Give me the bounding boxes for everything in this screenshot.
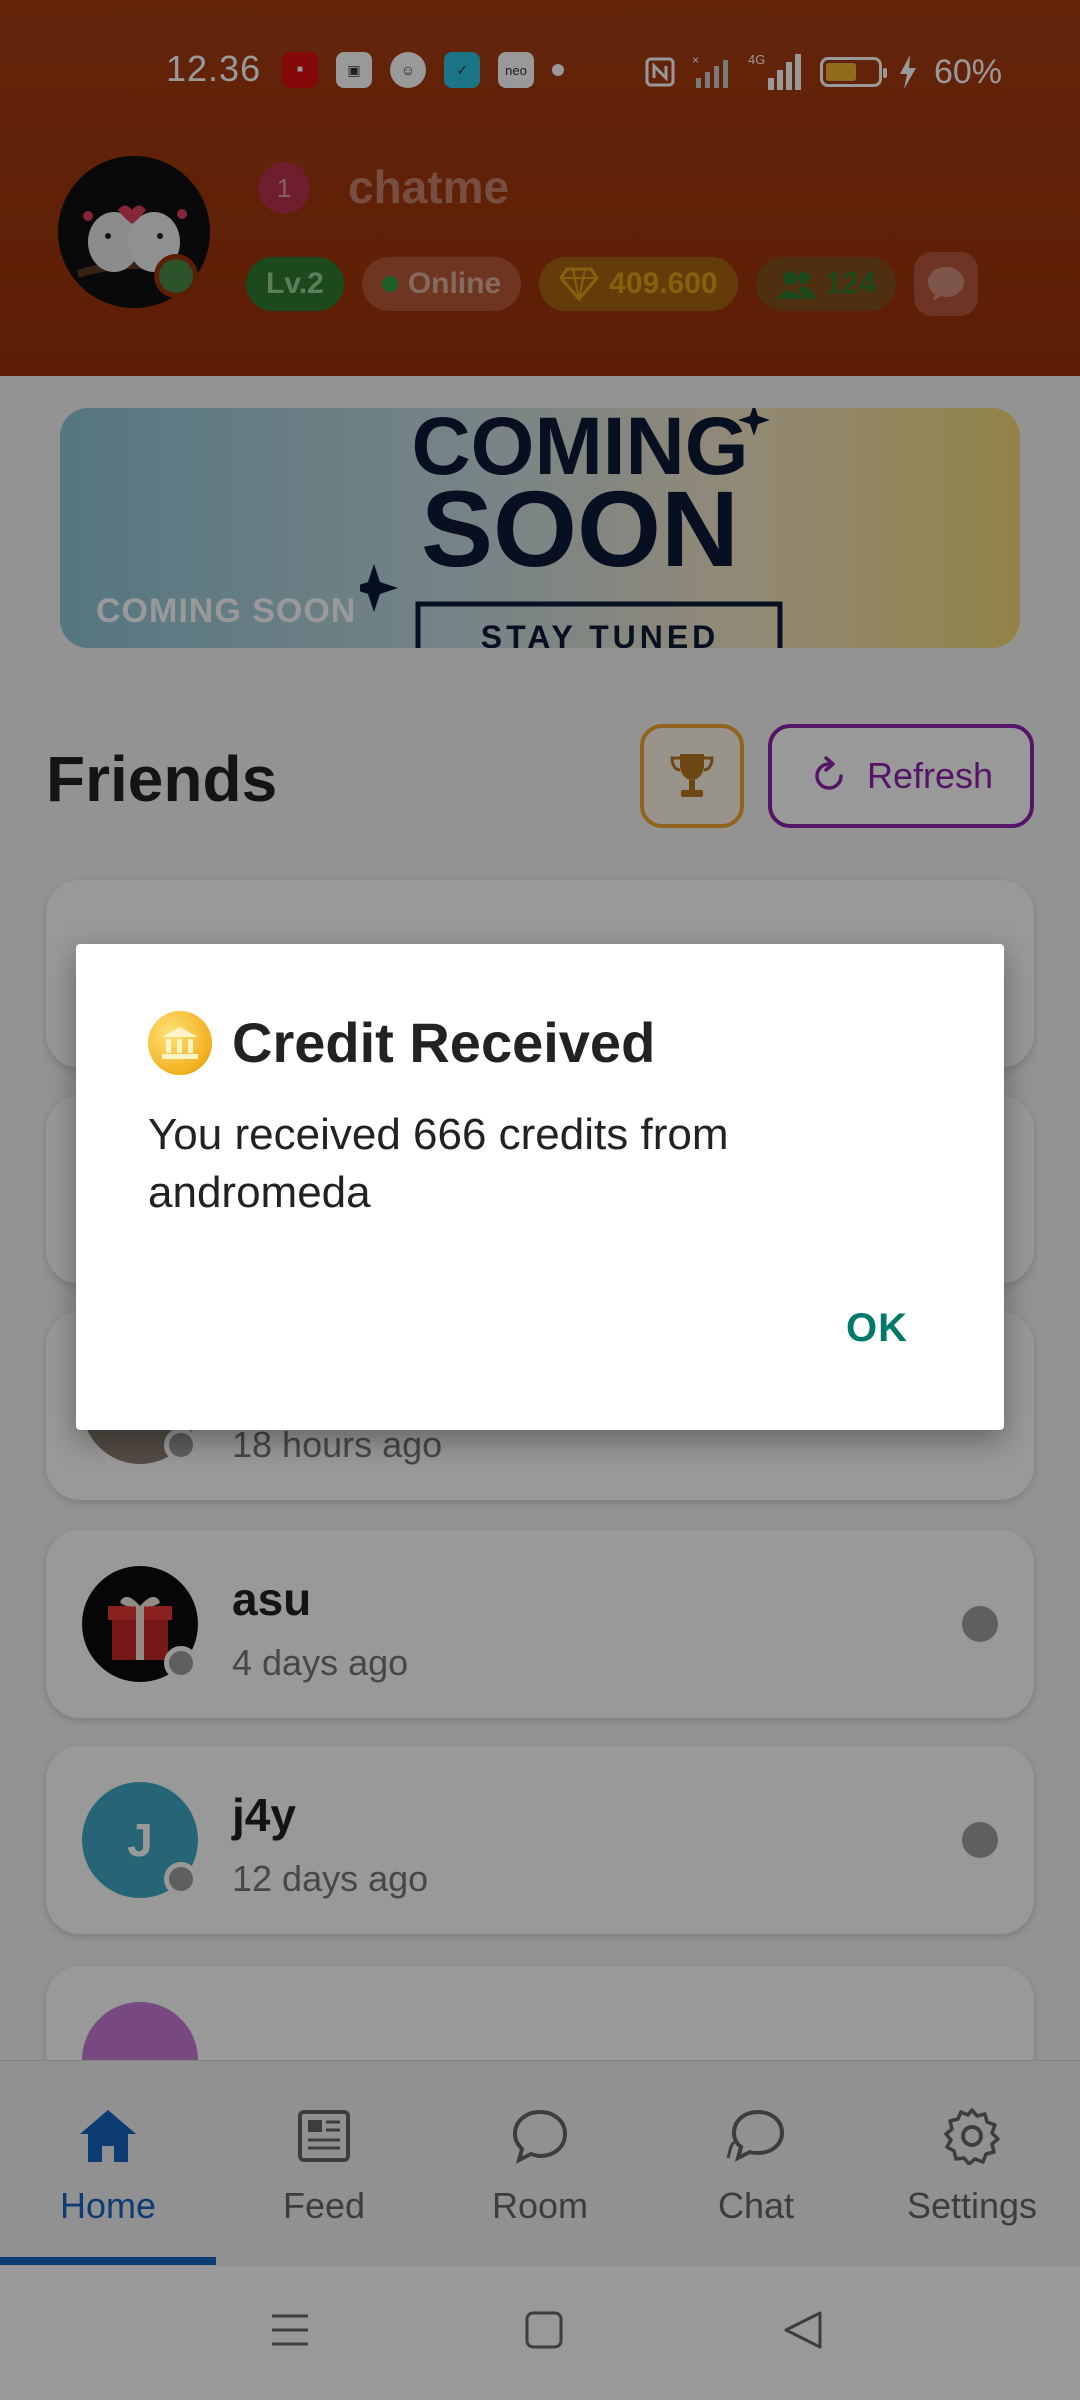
app-screen: 12.36 ■ ▣ ☺ ✓ neo × 4G 60% 1 chatme Lv.2… [0, 0, 1080, 2400]
dialog-message: You received 666 credits from andromeda [148, 1110, 729, 1217]
ok-button[interactable]: OK [846, 1306, 908, 1351]
dialog-title-row: Credit Received [148, 1010, 655, 1075]
coin-icon [148, 1010, 212, 1075]
dialog-title: Credit Received [232, 1011, 656, 1074]
credit-received-dialog: Credit Received You received 666 credits… [76, 944, 1004, 1430]
